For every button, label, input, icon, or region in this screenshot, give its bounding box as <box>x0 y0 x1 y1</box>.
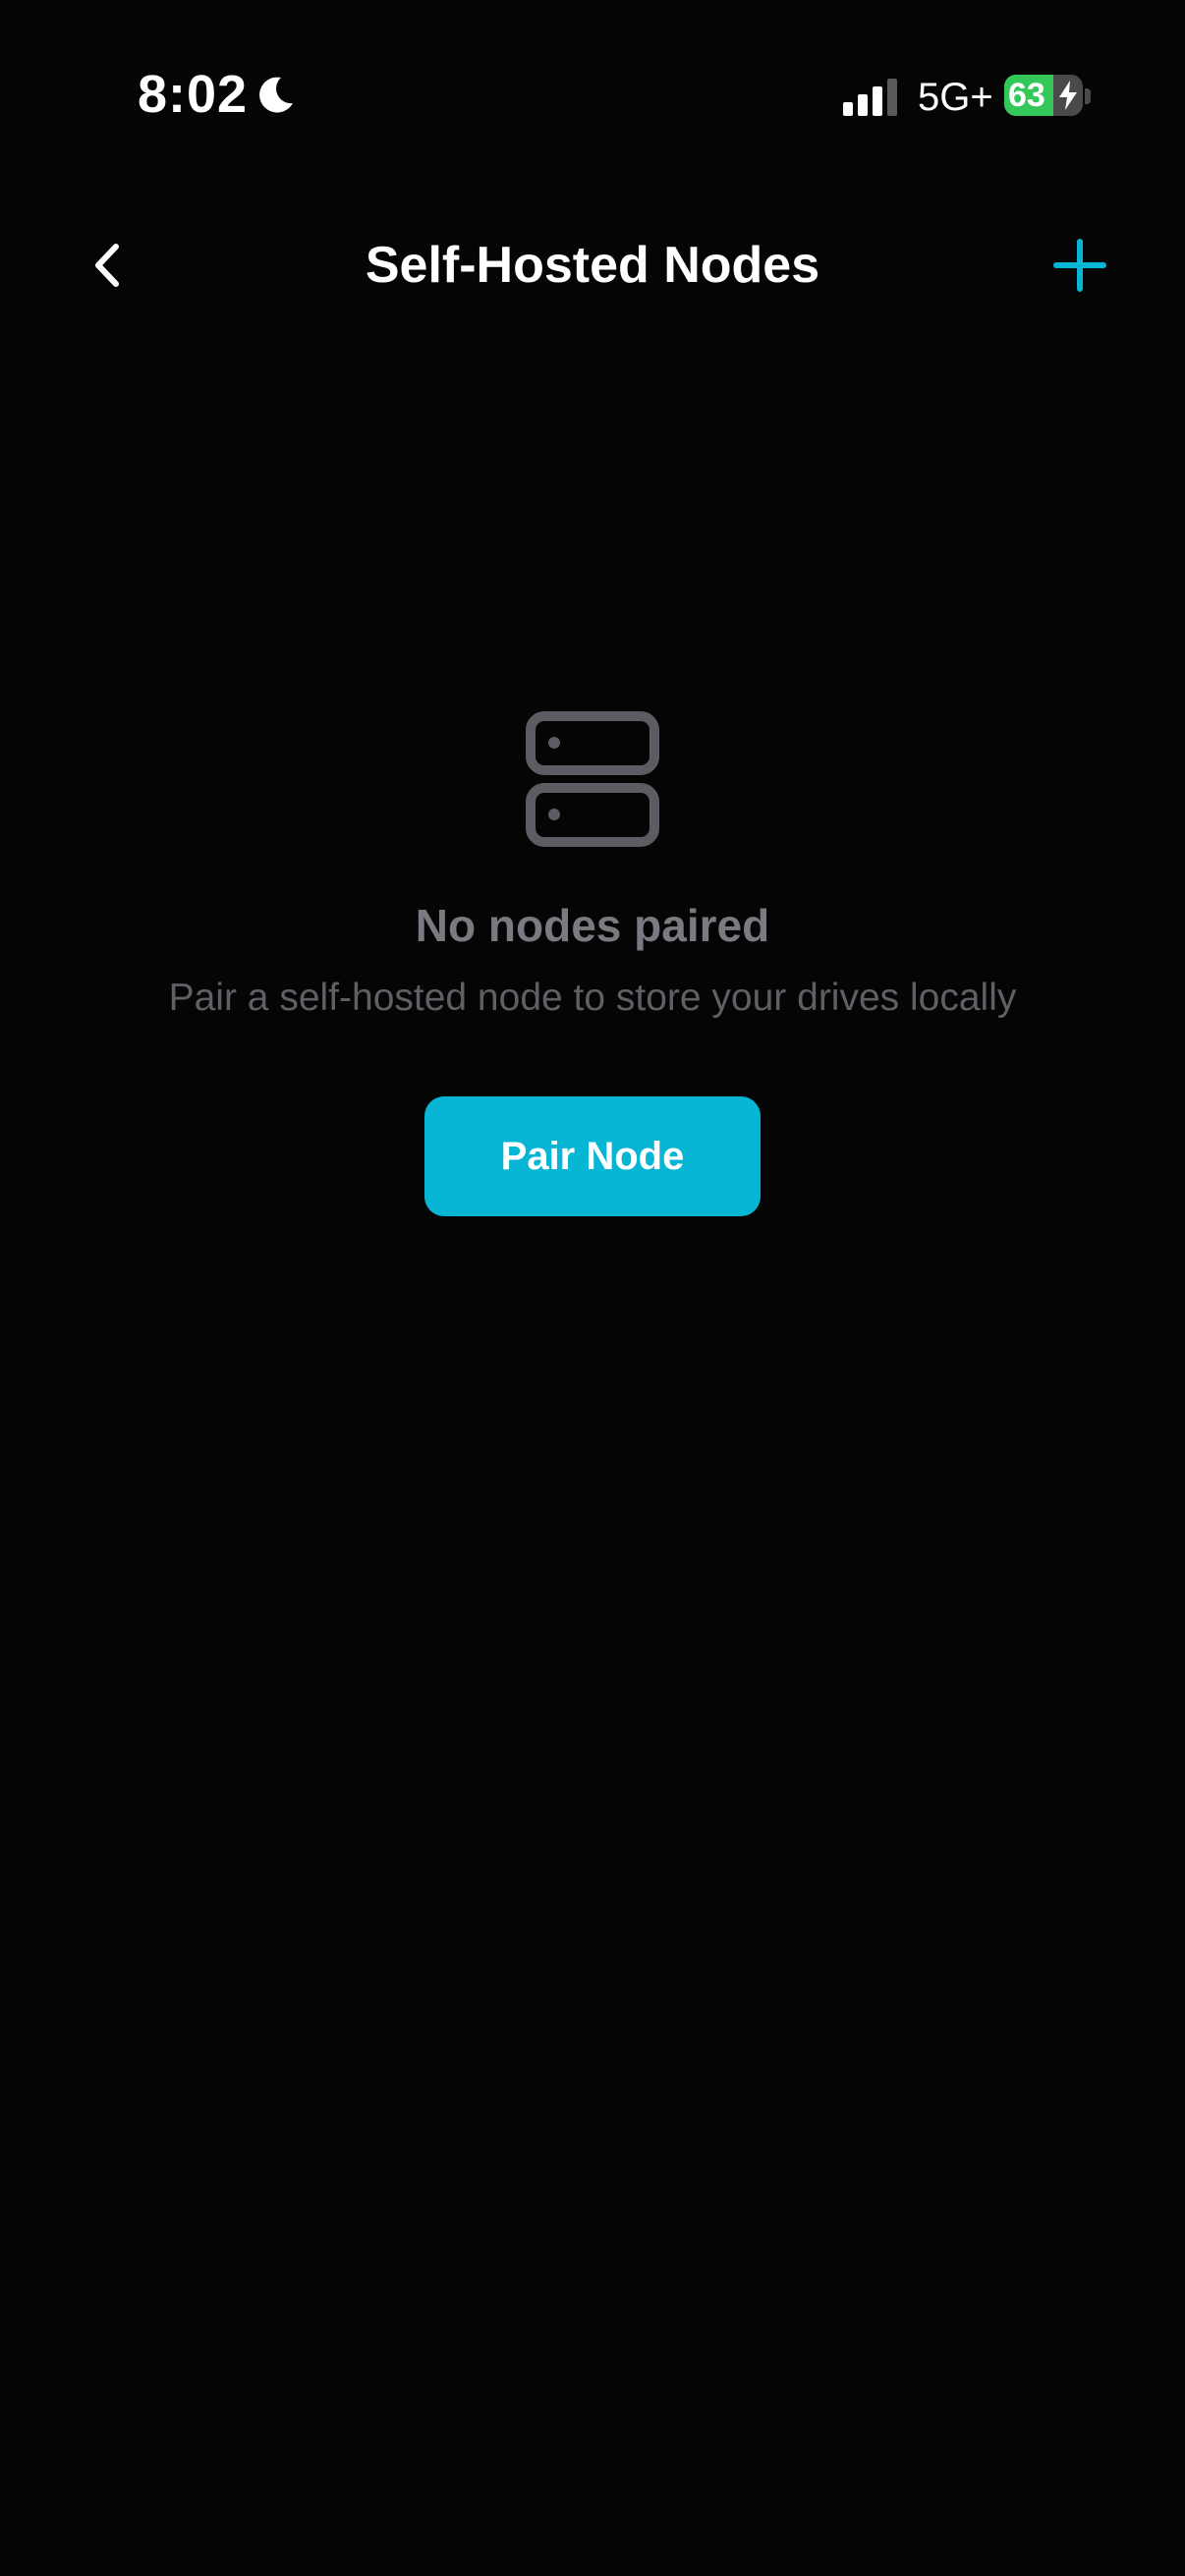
page-title: Self-Hosted Nodes <box>365 237 820 294</box>
battery-cap <box>1085 88 1091 104</box>
network-label: 5G+ <box>918 76 993 119</box>
empty-state: No nodes paired Pair a self-hosted node … <box>0 709 1185 1216</box>
bolt-icon <box>1059 81 1077 110</box>
status-time: 8:02 <box>138 65 249 124</box>
pair-node-button[interactable]: Pair Node <box>424 1096 761 1216</box>
battery-icon: 63 <box>1004 75 1083 116</box>
nav-bar: Self-Hosted Nodes <box>0 216 1185 314</box>
moon-icon <box>259 77 293 113</box>
plus-icon <box>1053 239 1106 292</box>
add-node-button[interactable] <box>1045 234 1114 297</box>
empty-state-subtitle: Pair a self-hosted node to store your dr… <box>168 977 1017 1019</box>
battery-level: 63 <box>1008 77 1045 114</box>
server-icon <box>526 711 659 847</box>
status-bar: 8:02 5G+ 63 <box>0 0 1185 196</box>
signal-icon <box>843 79 897 116</box>
empty-state-title: No nodes paired <box>415 900 770 951</box>
